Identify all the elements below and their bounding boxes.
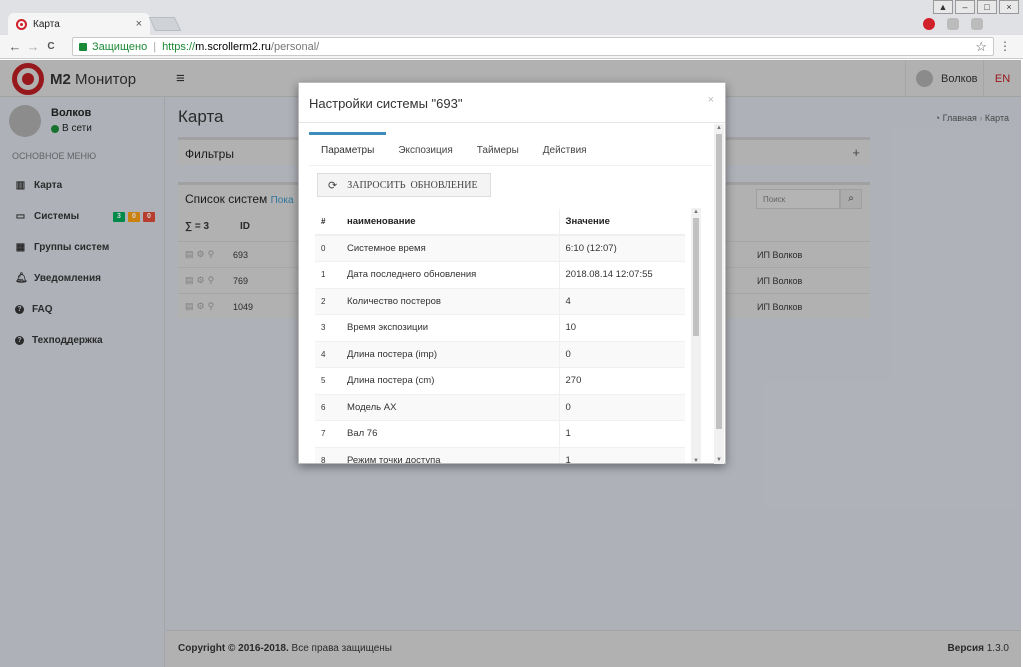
row-index: 8 — [315, 446, 341, 463]
param-name: Системное время — [341, 234, 559, 262]
close-window-icon[interactable]: × — [999, 0, 1019, 14]
extension-icon[interactable] — [923, 18, 935, 30]
settings-tabs: Параметры Экспозиция Таймеры Действия — [309, 132, 712, 166]
minimize-icon[interactable]: – — [955, 0, 975, 14]
parameters-table-wrap: # наименование Значение 0 Системное время… — [315, 209, 685, 463]
row-index: 1 — [315, 261, 341, 288]
row-index: 2 — [315, 287, 341, 315]
table-row: 3 Время экспозиции 10 — [315, 314, 685, 341]
table-row: 0 Системное время 6:10 (12:07) — [315, 234, 685, 262]
lock-icon — [79, 42, 87, 51]
scroll-down-icon[interactable]: ▼ — [693, 458, 699, 463]
browser-tab-title: Карта — [33, 18, 60, 30]
bookmark-star-icon[interactable]: ☆ — [975, 39, 987, 55]
table-row: 6 Модель АХ 0 — [315, 393, 685, 421]
param-value: 0 — [558, 340, 685, 368]
scroll-down-icon[interactable]: ▼ — [716, 457, 722, 463]
request-update-label: ЗАПРОСИТЬ ОБНОВЛЕНИЕ — [347, 179, 478, 191]
table-row: 5 Длина постера (cm) 270 — [315, 367, 685, 394]
modal-header: Настройки системы "693" × — [299, 83, 725, 123]
refresh-icon: ⟳ — [328, 178, 338, 192]
row-index: 6 — [315, 393, 341, 421]
scrollbar-thumb[interactable] — [693, 218, 699, 336]
row-index: 4 — [315, 340, 341, 368]
extension-icon[interactable] — [971, 18, 983, 30]
scroll-up-icon[interactable]: ▲ — [716, 125, 722, 131]
back-icon[interactable]: ← — [6, 39, 24, 54]
forward-icon[interactable]: → — [24, 39, 42, 54]
reload-icon[interactable]: C — [42, 41, 60, 52]
close-icon[interactable]: × — [708, 94, 714, 106]
site-favicon-icon — [16, 18, 27, 30]
modal-scrollbar[interactable]: ▲ ▼ — [714, 124, 724, 464]
param-value: 0 — [558, 393, 685, 421]
row-index: 0 — [315, 234, 341, 262]
url-separator: | — [153, 40, 157, 53]
param-name: Дата последнего обновления — [341, 261, 559, 288]
param-name: Вал 76 — [341, 420, 559, 447]
column-header: # — [315, 209, 341, 236]
param-name: Режим точки доступа — [341, 446, 559, 463]
table-row: 7 Вал 76 1 — [315, 420, 685, 447]
browser-tab[interactable]: Карта × — [8, 13, 150, 35]
param-name: Длина постера (imp) — [341, 340, 559, 368]
window-controls: ▲ – □ × — [931, 0, 1019, 14]
maximize-icon[interactable]: □ — [977, 0, 997, 14]
modal-body: Параметры Экспозиция Таймеры Действия ⟳ … — [309, 129, 712, 463]
param-value: 1 — [558, 446, 685, 463]
tab-timers[interactable]: Таймеры — [465, 132, 531, 166]
user-profile-icon[interactable]: ▲ — [933, 0, 953, 14]
url-path: /personal/ — [270, 40, 320, 53]
secure-label: Защищено — [92, 40, 148, 53]
table-row: 2 Количество постеров 4 — [315, 287, 685, 315]
param-name: Длина постера (cm) — [341, 367, 559, 394]
param-name: Модель АХ — [341, 393, 559, 421]
table-scrollbar[interactable]: ▲ ▼ — [691, 208, 701, 463]
param-value: 10 — [558, 314, 685, 341]
tab-actions[interactable]: Действия — [531, 132, 599, 166]
extension-icons — [923, 18, 983, 30]
param-name: Время экспозиции — [341, 314, 559, 341]
table-row: 4 Длина постера (imp) 0 — [315, 340, 685, 368]
system-settings-modal: Настройки системы "693" × Параметры Эксп… — [298, 82, 726, 464]
table-header-row: # наименование Значение — [315, 209, 685, 236]
param-value: 2018.08.14 12:07:55 — [558, 261, 685, 288]
modal-title: Настройки системы "693" — [309, 96, 463, 111]
column-header: Значение — [558, 209, 685, 236]
browser-menu-icon[interactable]: ⋮ — [999, 39, 1011, 53]
scrollbar-thumb[interactable] — [716, 134, 722, 429]
url-host: m.scrollerm2.ru — [195, 40, 271, 53]
scroll-up-icon[interactable]: ▲ — [693, 209, 699, 215]
param-name: Количество постеров — [341, 287, 559, 315]
table-row: 1 Дата последнего обновления 2018.08.14 12… — [315, 261, 685, 288]
param-value: 270 — [558, 367, 685, 394]
row-index: 5 — [315, 367, 341, 394]
new-tab-button[interactable] — [148, 17, 182, 31]
address-bar[interactable]: Защищено | https:// m.scrollerm2.ru /per… — [72, 37, 994, 56]
tab-exposition[interactable]: Экспозиция — [386, 132, 464, 166]
param-value: 1 — [558, 420, 685, 447]
table-row: 8 Режим точки доступа 1 — [315, 446, 685, 463]
browser-toolbar: ← → C Защищено | https:// m.scrollerm2.r… — [0, 35, 1023, 59]
url-protocol: https:// — [162, 40, 196, 53]
tab-parameters[interactable]: Параметры — [309, 132, 387, 166]
row-index: 7 — [315, 420, 341, 447]
parameters-table: # наименование Значение 0 Системное время… — [315, 209, 685, 463]
row-index: 3 — [315, 314, 341, 341]
browser-tab-strip: Карта × ▲ – □ × — [0, 0, 1023, 35]
column-header: наименование — [341, 209, 559, 236]
param-value: 4 — [558, 287, 685, 315]
param-value: 6:10 (12:07) — [558, 234, 685, 262]
close-tab-icon[interactable]: × — [136, 18, 142, 30]
extension-icon[interactable] — [947, 18, 959, 30]
request-update-button[interactable]: ⟳ ЗАПРОСИТЬ ОБНОВЛЕНИЕ — [317, 173, 491, 197]
